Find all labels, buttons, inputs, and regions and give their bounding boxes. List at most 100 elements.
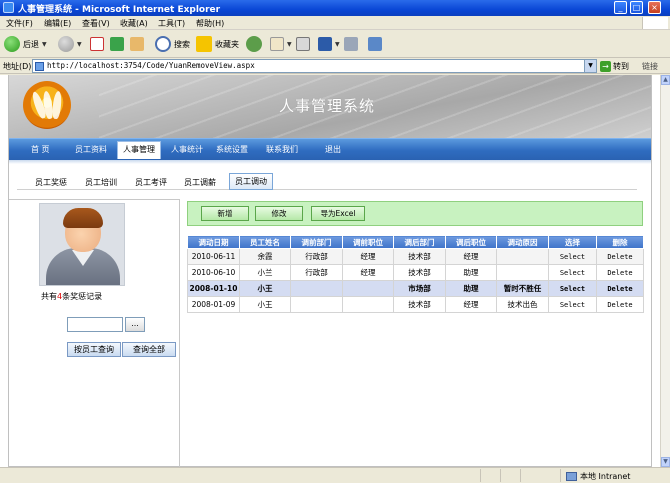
nav-hr-statistics[interactable]: 人事统计 xyxy=(171,144,203,155)
employee-search-input[interactable] xyxy=(67,317,123,332)
printer-icon xyxy=(296,37,310,51)
maximize-button[interactable]: □ xyxy=(630,1,643,14)
window-title: 人事管理系统 - Microsoft Internet Explorer xyxy=(18,5,221,15)
windows-logo-icon xyxy=(642,17,668,29)
messenger-icon xyxy=(368,37,382,51)
back-label: 后退 xyxy=(23,39,39,49)
history-icon xyxy=(246,36,262,52)
edit-button[interactable]: ▼ xyxy=(318,35,340,53)
address-bar: 地址(D) http://localhost:3754/Code/YuanRem… xyxy=(0,58,670,74)
delete-link[interactable]: Delete xyxy=(596,248,644,265)
delete-link[interactable]: Delete xyxy=(596,264,644,281)
search-label: 搜索 xyxy=(174,39,190,49)
forward-arrow-icon xyxy=(58,36,74,52)
select-link[interactable]: Select xyxy=(548,296,597,313)
close-button[interactable]: × xyxy=(648,1,661,14)
nav-system-settings[interactable]: 系统设置 xyxy=(216,144,248,155)
col-position-after: 调后职位 xyxy=(445,235,497,249)
mail-button[interactable]: ▼ xyxy=(270,35,292,53)
nav-contact-us[interactable]: 联系我们 xyxy=(266,144,298,155)
stop-icon xyxy=(90,37,104,51)
subnav-transfer[interactable]: 员工调动 xyxy=(229,173,273,190)
menu-edit[interactable]: 编辑(E) xyxy=(44,18,71,29)
select-link[interactable]: Select xyxy=(548,280,597,297)
go-button[interactable]: → 转到 xyxy=(600,59,629,73)
messenger-button[interactable] xyxy=(368,35,382,53)
discuss-button[interactable] xyxy=(344,35,358,53)
table-row-selected: 2008-01-10 小王 市场部 助理 暂时不胜任 Select Delete xyxy=(187,280,644,297)
browse-button[interactable]: ... xyxy=(125,317,145,332)
refresh-icon xyxy=(110,37,124,51)
col-select: 选择 xyxy=(548,235,597,249)
go-label: 转到 xyxy=(613,61,629,71)
menu-view[interactable]: 查看(V) xyxy=(82,18,110,29)
banner-title: 人事管理系统 xyxy=(279,97,376,115)
discuss-icon xyxy=(344,37,358,51)
export-excel-button[interactable]: 导为Excel xyxy=(311,206,365,221)
favorites-button[interactable]: 收藏夹 xyxy=(196,35,239,53)
delete-link[interactable]: Delete xyxy=(596,280,644,297)
minimize-button[interactable]: _ xyxy=(614,1,627,14)
intranet-icon xyxy=(566,471,577,481)
back-button[interactable]: 后退 ▼ xyxy=(4,35,47,53)
page-icon xyxy=(35,62,44,71)
forward-button[interactable]: ▼ xyxy=(58,35,82,53)
chevron-down-icon: ▼ xyxy=(335,40,340,48)
avatar xyxy=(39,203,125,286)
history-button[interactable] xyxy=(246,35,262,53)
links-button[interactable]: 链接 xyxy=(642,61,658,72)
nav-hr-management[interactable]: 人事管理 xyxy=(117,141,161,159)
subnav-training[interactable]: 员工培训 xyxy=(85,177,117,188)
scroll-up-icon[interactable]: ▲ xyxy=(661,75,670,85)
table-row: 2010-06-10 小兰 行政部 经理 技术部 助理 Select Delet… xyxy=(187,264,644,281)
subnav-rewards[interactable]: 员工奖惩 xyxy=(35,177,67,188)
col-position-before: 调前职位 xyxy=(342,235,394,249)
delete-link[interactable]: Delete xyxy=(596,296,644,313)
menu-file[interactable]: 文件(F) xyxy=(6,18,33,29)
back-arrow-icon xyxy=(4,36,20,52)
col-transfer-date: 调动日期 xyxy=(187,235,240,249)
record-count: 共有4条奖惩记录 xyxy=(41,292,103,301)
query-by-employee-button[interactable]: 按员工查询 xyxy=(67,342,121,357)
banner: 人事管理系统 xyxy=(9,75,651,138)
refresh-button[interactable] xyxy=(110,35,124,53)
search-button[interactable]: 搜索 xyxy=(155,35,190,53)
search-icon xyxy=(155,36,171,52)
go-arrow-icon: → xyxy=(600,60,611,72)
nav-logout[interactable]: 退出 xyxy=(325,144,341,155)
status-bar: 本地 Intranet xyxy=(0,467,670,483)
query-all-button[interactable]: 查询全部 xyxy=(122,342,176,357)
edit-button[interactable]: 修改 xyxy=(255,206,303,221)
menu-help[interactable]: 帮助(H) xyxy=(196,18,224,29)
col-reason: 调动原因 xyxy=(496,235,549,249)
address-label: 地址(D) xyxy=(3,62,32,71)
home-icon xyxy=(130,37,144,51)
address-url: http://localhost:3754/Code/YuanRemoveVie… xyxy=(47,61,255,70)
stop-button[interactable] xyxy=(90,35,104,53)
menu-tools[interactable]: 工具(T) xyxy=(158,18,185,29)
select-link[interactable]: Select xyxy=(548,264,597,281)
menu-favorites[interactable]: 收藏(A) xyxy=(120,18,148,29)
action-bar: 新增 修改 导为Excel xyxy=(187,201,643,226)
chevron-down-icon: ▼ xyxy=(42,40,47,48)
nav-home[interactable]: 首 页 xyxy=(31,144,50,155)
home-button[interactable] xyxy=(130,35,144,53)
nav-employee-info[interactable]: 员工资料 xyxy=(75,144,107,155)
subnav-evaluation[interactable]: 员工考评 xyxy=(135,177,167,188)
print-button[interactable] xyxy=(296,35,310,53)
scroll-down-icon[interactable]: ▼ xyxy=(661,457,670,467)
left-panel: 共有4条奖惩记录 ... 按员工查询 查询全部 xyxy=(9,199,180,467)
sub-nav: 员工奖惩 员工培训 员工考评 员工调薪 员工调动 xyxy=(17,173,637,190)
chevron-down-icon: ▼ xyxy=(287,40,292,48)
select-link[interactable]: Select xyxy=(548,248,597,265)
address-input[interactable]: http://localhost:3754/Code/YuanRemoveVie… xyxy=(32,59,597,73)
subnav-salary[interactable]: 员工调薪 xyxy=(184,177,216,188)
window-title-bar: 人事管理系统 - Microsoft Internet Explorer _ □… xyxy=(0,0,670,16)
vertical-scrollbar[interactable]: ▲ ▼ xyxy=(660,75,670,467)
browser-toolbar: 后退 ▼ ▼ 搜索 收藏夹 ▼ ▼ xyxy=(0,30,670,58)
col-delete: 删除 xyxy=(596,235,644,249)
logo-icon xyxy=(23,81,71,129)
add-button[interactable]: 新增 xyxy=(201,206,249,221)
chevron-down-icon[interactable]: ▼ xyxy=(584,60,596,72)
mail-icon xyxy=(270,37,284,51)
